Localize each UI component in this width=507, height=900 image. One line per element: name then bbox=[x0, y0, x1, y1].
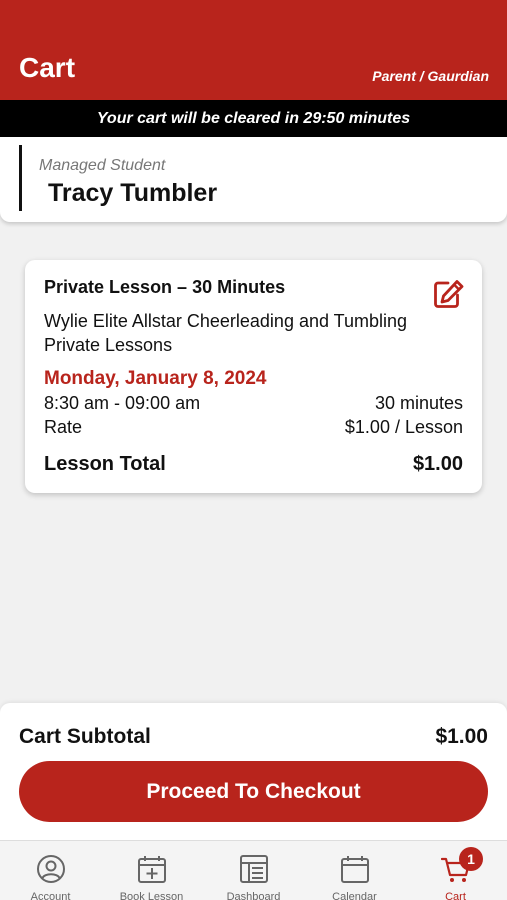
account-icon bbox=[37, 855, 65, 883]
page-title: Cart bbox=[19, 52, 76, 83]
lesson-title: Private Lesson – 30 Minutes bbox=[44, 277, 286, 297]
tab-label: Dashboard bbox=[226, 891, 281, 900]
tab-book-lesson[interactable]: Book Lesson bbox=[101, 841, 202, 900]
user-role-label: Parent / Gaurdian bbox=[372, 68, 489, 84]
lesson-organization: Wylie Elite Allstar Cheerleading and Tum… bbox=[44, 311, 408, 355]
tab-cart[interactable]: Cart bbox=[405, 841, 506, 900]
managed-student-card: Managed Student Tracy Tumbler bbox=[0, 137, 507, 222]
tab-account[interactable]: Account bbox=[0, 841, 101, 900]
student-name: Tracy Tumbler bbox=[48, 179, 218, 207]
lesson-time: 8:30 am - 09:00 am bbox=[44, 393, 201, 413]
cart-subtotal-value: $1.00 bbox=[435, 725, 488, 748]
cart-timer-banner: Your cart will be cleared in 29:50 minut… bbox=[0, 100, 507, 137]
proceed-to-checkout-button[interactable]: Proceed To Checkout bbox=[19, 761, 488, 822]
lesson-time-row: 8:30 am - 09:00 am 30 minutes bbox=[44, 393, 463, 414]
lesson-total-value: $1.00 bbox=[412, 453, 463, 475]
rate-value: $1.00 / Lesson bbox=[344, 417, 463, 437]
calendar-plus-icon bbox=[138, 856, 166, 883]
bottom-tab-bar: Account Book Lesson Dashboard Calendar C… bbox=[0, 840, 507, 900]
tab-dashboard[interactable]: Dashboard bbox=[203, 841, 304, 900]
dashboard-icon bbox=[240, 855, 268, 883]
lesson-total-row: Lesson Total $1.00 bbox=[44, 453, 463, 476]
tab-label: Cart bbox=[445, 891, 466, 900]
calendar-icon bbox=[341, 856, 369, 883]
cart-summary-panel: Cart Subtotal $1.00 Proceed To Checkout bbox=[0, 703, 507, 840]
managed-student-label: Managed Student bbox=[39, 157, 166, 174]
tab-label: Book Lesson bbox=[119, 891, 184, 900]
lesson-rate-row: Rate $1.00 / Lesson bbox=[44, 417, 463, 438]
edit-icon[interactable] bbox=[433, 279, 465, 309]
student-accent-bar bbox=[19, 145, 22, 211]
cart-subtotal-label: Cart Subtotal bbox=[19, 725, 151, 748]
tab-label: Account bbox=[30, 891, 71, 900]
lesson-duration: 30 minutes bbox=[374, 393, 463, 413]
cart-count-badge: 1 bbox=[459, 847, 483, 871]
tab-label: Calendar bbox=[332, 891, 377, 900]
app-header: Cart Parent / Gaurdian bbox=[0, 0, 507, 100]
rate-label: Rate bbox=[44, 417, 83, 437]
lesson-cart-item: Private Lesson – 30 Minutes Wylie Elite … bbox=[25, 260, 482, 493]
tab-calendar[interactable]: Calendar bbox=[304, 841, 405, 900]
lesson-date: Monday, January 8, 2024 bbox=[44, 368, 267, 389]
lesson-total-label: Lesson Total bbox=[44, 453, 166, 475]
